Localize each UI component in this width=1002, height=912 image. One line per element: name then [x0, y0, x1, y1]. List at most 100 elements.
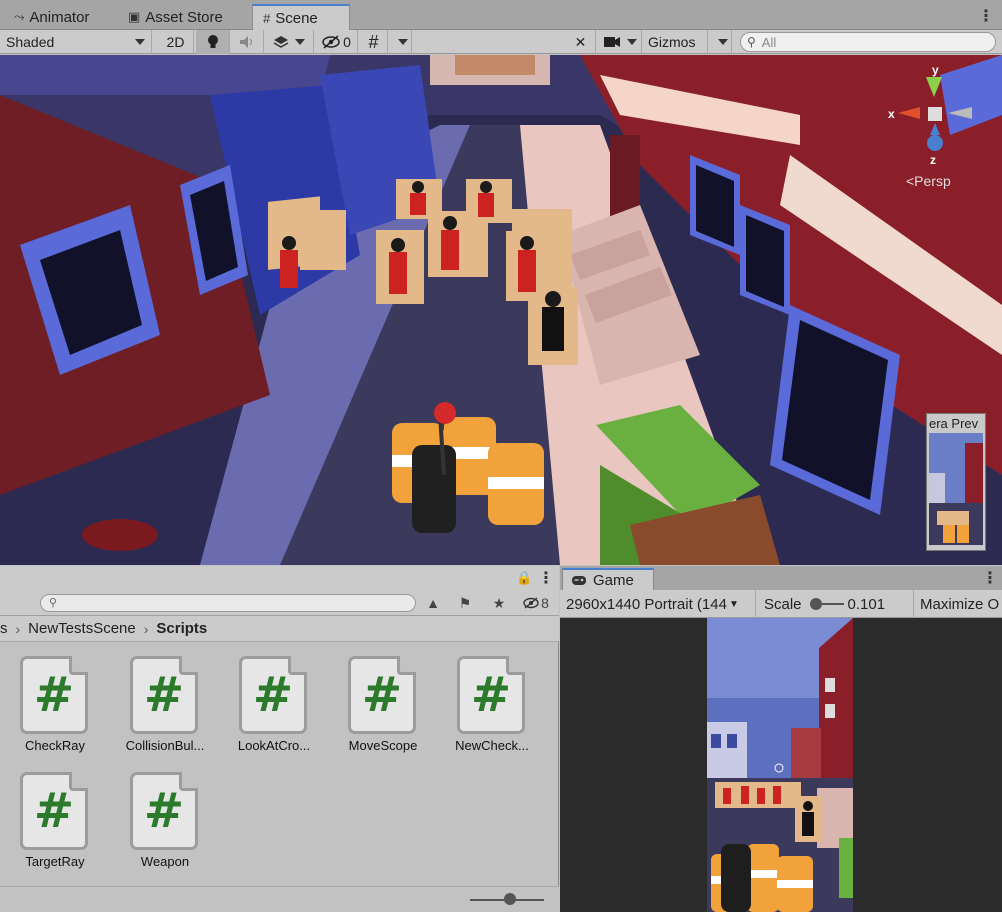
- game-player: [721, 844, 751, 912]
- axis-x-label: x: [888, 107, 895, 121]
- hidden-count: 0: [343, 34, 351, 50]
- visible-count: 8: [541, 595, 549, 611]
- asset-label: MoveScope: [348, 738, 418, 753]
- asset-label: LookAtCro...: [237, 738, 311, 753]
- axis-z-label: z: [930, 153, 936, 167]
- asset-item-movescope[interactable]: # MoveScope: [328, 642, 438, 753]
- game-render: [707, 618, 853, 912]
- asset-grid: # CheckRay # CollisionBul... # LookAtCro…: [0, 642, 559, 886]
- search-icon: ⚲: [49, 597, 58, 609]
- asset-item-targetray[interactable]: # TargetRay: [0, 758, 110, 869]
- maximize-on-play-button[interactable]: Maximize O: [914, 590, 1002, 618]
- animator-icon: ⤳: [14, 9, 25, 24]
- speaker-icon: [239, 36, 252, 48]
- tab-scene-label: Scene: [275, 9, 318, 27]
- tab-animator-label: Animator: [29, 8, 90, 26]
- gizmos-dropdown[interactable]: [708, 30, 732, 54]
- project-tab-bar: 🔒 ⋮: [0, 566, 559, 590]
- grid-snap-icon: #: [368, 31, 379, 52]
- unity-editor: ⤳ Animator ▣ Asset Store # Scene ⋮ Shade…: [0, 0, 1002, 912]
- camera-preview: era Prev: [926, 413, 986, 551]
- scene-toolbar: Shaded 2D 0 # ✕ Gizmos ⚲ All: [0, 30, 1002, 54]
- breadcrumb-item-root[interactable]: s: [0, 620, 8, 637]
- asset-label: Weapon: [140, 854, 190, 869]
- project-search-input[interactable]: ⚲: [40, 594, 416, 612]
- lock-icon[interactable]: 🔒: [516, 570, 532, 586]
- asset-item-lookatcrosshair[interactable]: # LookAtCro...: [219, 642, 329, 753]
- scale-label: Scale: [764, 595, 802, 613]
- favorites-star-icon[interactable]: ★: [486, 593, 512, 613]
- icon-size-slider-handle[interactable]: [504, 893, 516, 905]
- project-panel: 🔒 ⋮ ⚲ ▲ ⚑ ★ 8 s › NewTestsScene › Script…: [0, 566, 559, 912]
- hidden-packages-toggle[interactable]: 8: [516, 593, 556, 613]
- shading-mode-dropdown[interactable]: Shaded: [0, 30, 152, 54]
- csharp-script-icon: #: [239, 656, 307, 734]
- maximize-label: Maximize O: [920, 595, 1000, 613]
- asset-item-collisionbullet[interactable]: # CollisionBul...: [110, 642, 220, 753]
- hidden-objects-toggle[interactable]: 0: [316, 30, 358, 54]
- project-toolbar: ⚲ ▲ ⚑ ★ 8: [0, 590, 559, 616]
- resolution-dropdown[interactable]: 2960x1440 Portrait (144 ▼: [560, 590, 756, 618]
- chevron-down-icon: ▼: [728, 598, 739, 610]
- shopping-bag-icon: ▣: [128, 9, 141, 24]
- csharp-script-icon: #: [130, 772, 198, 850]
- project-footer: [0, 886, 559, 912]
- player-soldier: [412, 445, 456, 533]
- scene-viewport[interactable]: x y z <Persp era Prev: [0, 55, 1002, 565]
- tab-game-label: Game: [593, 571, 634, 589]
- toggle-2d-button[interactable]: 2D: [158, 30, 194, 54]
- aim-marker: [434, 402, 456, 424]
- scale-value: 0.101: [847, 595, 886, 613]
- game-toolbar: 2960x1440 Portrait (144 ▼ Scale 0.101 Ma…: [560, 590, 1002, 618]
- tab-animator[interactable]: ⤳ Animator: [4, 4, 99, 30]
- scene-render: [0, 55, 1002, 565]
- filter-by-type-icon[interactable]: ▲: [420, 593, 446, 613]
- tools-button[interactable]: ✕: [566, 30, 596, 54]
- camera-preview-render: [929, 433, 983, 545]
- shading-mode-label: Shaded: [6, 34, 55, 50]
- tab-asset-store[interactable]: ▣ Asset Store: [118, 4, 233, 30]
- audio-toggle-button[interactable]: [230, 30, 264, 54]
- filter-by-label-icon[interactable]: ⚑: [452, 593, 478, 613]
- game-options-kebab-icon[interactable]: ⋮: [982, 568, 998, 588]
- project-options-kebab-icon[interactable]: ⋮: [538, 568, 554, 588]
- grid-snap-dropdown[interactable]: [388, 30, 412, 54]
- csharp-script-icon: #: [130, 656, 198, 734]
- scene-search-input[interactable]: ⚲ All: [740, 32, 996, 52]
- gizmos-button[interactable]: Gizmos: [642, 30, 708, 54]
- grid-hash-icon: #: [263, 10, 271, 26]
- tab-options-kebab-icon[interactable]: ⋮: [978, 6, 994, 26]
- video-camera-icon: [603, 37, 620, 47]
- camera-dropdown[interactable]: [598, 30, 642, 54]
- asset-item-newcheck[interactable]: # NewCheck...: [437, 642, 547, 753]
- asset-label: CollisionBul...: [125, 738, 205, 753]
- effects-dropdown[interactable]: [264, 30, 314, 54]
- scale-slider-handle[interactable]: [809, 598, 822, 610]
- chevron-right-icon: ›: [143, 620, 149, 637]
- axis-y-label: y: [932, 63, 939, 77]
- lighting-toggle-button[interactable]: [196, 30, 230, 54]
- search-icon: ⚲: [747, 35, 756, 49]
- game-viewport[interactable]: [707, 618, 853, 912]
- tab-scene[interactable]: # Scene: [252, 4, 350, 30]
- asset-item-checkray[interactable]: # CheckRay: [0, 642, 110, 753]
- chevron-right-icon: ›: [15, 620, 21, 637]
- gamepad-icon: [572, 575, 586, 585]
- asset-item-weapon[interactable]: # Weapon: [110, 758, 220, 869]
- tab-asset-store-label: Asset Store: [145, 8, 223, 26]
- scale-slider-track[interactable]: [809, 598, 844, 610]
- tab-game[interactable]: Game: [562, 568, 654, 590]
- breadcrumb-item-scene[interactable]: NewTestsScene: [28, 620, 136, 637]
- csharp-script-icon: #: [348, 656, 416, 734]
- camera-preview-title: era Prev: [929, 416, 979, 431]
- scale-control[interactable]: Scale 0.101: [758, 590, 914, 618]
- csharp-script-icon: #: [457, 656, 525, 734]
- gizmos-label: Gizmos: [648, 34, 696, 50]
- asset-label: TargetRay: [25, 854, 85, 869]
- eye-slash-icon: [322, 35, 340, 49]
- grid-snap-button[interactable]: #: [360, 30, 388, 54]
- perspective-toggle[interactable]: <Persp: [906, 173, 951, 189]
- game-panel: Game ⋮ 2960x1440 Portrait (144 ▼ Scale 0…: [560, 566, 1002, 912]
- game-tab-bar: Game ⋮: [560, 566, 1002, 590]
- breadcrumb-item-scripts[interactable]: Scripts: [156, 620, 207, 637]
